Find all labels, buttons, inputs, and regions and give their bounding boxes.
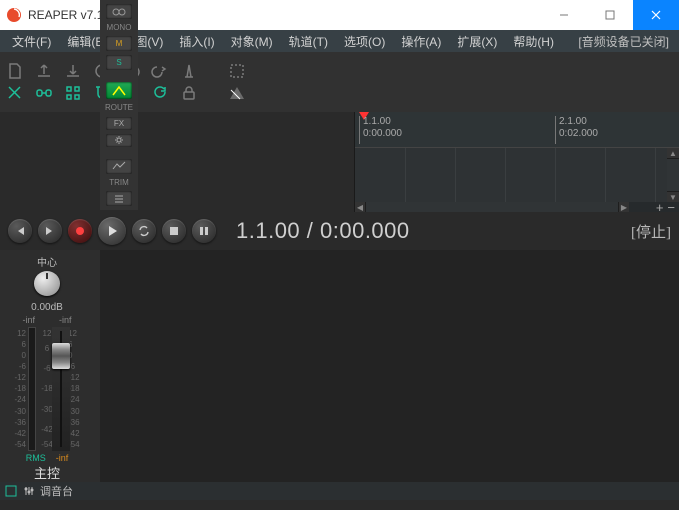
ripple-edit-icon[interactable] bbox=[151, 84, 169, 102]
record-button[interactable] bbox=[68, 219, 92, 243]
mute-button[interactable]: M bbox=[106, 36, 132, 51]
zoom-out-button[interactable]: − bbox=[667, 201, 675, 214]
minimize-button[interactable] bbox=[541, 0, 587, 30]
trim-label: TRIM bbox=[106, 178, 132, 187]
meter-scale-left: 1260 -6-12-18 -24-30-36 -42-54 bbox=[12, 327, 26, 451]
trim-mode-button[interactable] bbox=[106, 191, 132, 206]
scroll-h-track[interactable] bbox=[366, 202, 618, 212]
ruler-mark: 1.1.00 0:00.000 bbox=[359, 116, 402, 144]
menu-options[interactable]: 选项(O) bbox=[336, 33, 393, 50]
rms-label: RMS bbox=[26, 453, 46, 463]
mixer-panel: 中心 0.00dB -inf -inf 1260 -6-12-18 -24-30… bbox=[0, 250, 679, 482]
master-track-strip[interactable]: 中心 0.00dB -inf -inf 1260 -6-12-18 -24-30… bbox=[0, 250, 100, 482]
new-project-icon[interactable] bbox=[6, 62, 24, 80]
sliders-icon[interactable] bbox=[22, 484, 36, 498]
fader-cap-icon[interactable] bbox=[52, 343, 70, 369]
fx-button[interactable]: FX bbox=[106, 117, 132, 130]
track-control-panel[interactable] bbox=[0, 112, 354, 212]
transport-time-display[interactable]: 1.1.00 / 0:00.000 bbox=[236, 218, 410, 244]
play-button[interactable] bbox=[98, 217, 126, 245]
arrange-view[interactable]: 1.1.00 0:00.000 2.1.00 0:02.000 ▲ ▼ ◀ ▶ … bbox=[354, 112, 679, 212]
mono-label: MONO bbox=[106, 23, 132, 32]
menu-help[interactable]: 帮助(H) bbox=[505, 33, 562, 50]
mixer-toggle-icon[interactable] bbox=[4, 484, 18, 498]
app-icon bbox=[6, 7, 22, 23]
save-project-icon[interactable] bbox=[64, 62, 82, 80]
window-title: REAPER v7.16 bbox=[28, 8, 110, 22]
menu-insert[interactable]: 插入(I) bbox=[171, 33, 222, 50]
menu-extensions[interactable]: 扩展(X) bbox=[449, 33, 505, 50]
route-button[interactable] bbox=[106, 82, 132, 99]
open-project-icon[interactable] bbox=[35, 62, 53, 80]
pan-knob[interactable] bbox=[34, 271, 60, 296]
master-buttons-column: MONO M S ROUTE FX TRIM bbox=[100, 0, 138, 210]
peak-right: -inf bbox=[59, 315, 72, 325]
zoom-in-button[interactable]: + bbox=[656, 201, 664, 214]
go-to-start-button[interactable] bbox=[8, 219, 32, 243]
item-group-icon[interactable] bbox=[35, 84, 53, 102]
stereo-mono-button[interactable] bbox=[106, 4, 132, 19]
fx-settings-button[interactable] bbox=[106, 134, 132, 147]
peak-left: -inf bbox=[22, 315, 35, 325]
go-to-end-button[interactable] bbox=[38, 219, 62, 243]
scroll-up-button[interactable]: ▲ bbox=[667, 148, 679, 158]
vertical-scrollbar[interactable]: ▲ ▼ bbox=[667, 148, 679, 202]
meter-scale-right: 1260 -6-12-18 -24-30-36 -42-54 bbox=[68, 327, 82, 451]
status-bar: 调音台 bbox=[0, 482, 679, 500]
zoom-controls: + − bbox=[652, 202, 679, 212]
route-label: ROUTE bbox=[106, 103, 132, 112]
metronome-icon[interactable] bbox=[180, 62, 198, 80]
volume-fader[interactable] bbox=[52, 327, 70, 451]
redo-icon[interactable] bbox=[151, 62, 169, 80]
statusbar-mixer-label[interactable]: 调音台 bbox=[40, 483, 73, 499]
mixer-empty-area[interactable] bbox=[100, 250, 679, 482]
transport-status: [停止] bbox=[631, 221, 671, 242]
ruler-time-label: 0:02.000 bbox=[559, 128, 598, 140]
marquee-select-icon[interactable] bbox=[228, 62, 246, 80]
stop-button[interactable] bbox=[162, 219, 186, 243]
vu-meter-left bbox=[28, 327, 36, 451]
pan-readout: 中心 bbox=[37, 254, 57, 269]
auto-crossfade-icon[interactable] bbox=[6, 84, 24, 102]
menu-file[interactable]: 文件(F) bbox=[4, 33, 59, 50]
master-track-name[interactable]: 主控 bbox=[34, 463, 60, 482]
menu-track[interactable]: 轨道(T) bbox=[281, 33, 336, 50]
ruler-time-label: 0:00.000 bbox=[363, 128, 402, 140]
menu-item-object[interactable]: 对象(M) bbox=[223, 33, 281, 50]
audio-device-status[interactable]: [音频设备已关闭] bbox=[572, 33, 675, 50]
ruler-bar-label: 1.1.00 bbox=[363, 116, 402, 128]
transport-bar: 1.1.00 / 0:00.000 [停止] bbox=[0, 212, 679, 250]
scroll-right-button[interactable]: ▶ bbox=[619, 202, 629, 212]
scroll-v-track[interactable] bbox=[667, 159, 679, 191]
scroll-left-button[interactable]: ◀ bbox=[355, 202, 365, 212]
ruler-bar-label: 2.1.00 bbox=[559, 116, 598, 128]
volume-readout[interactable]: 0.00dB bbox=[31, 302, 63, 313]
timeline-ruler[interactable]: 1.1.00 0:00.000 2.1.00 0:02.000 bbox=[355, 112, 679, 148]
ruler-mark: 2.1.00 0:02.000 bbox=[555, 116, 598, 144]
repeat-button[interactable] bbox=[132, 219, 156, 243]
grid-icon[interactable] bbox=[64, 84, 82, 102]
rms-value: -inf bbox=[56, 453, 69, 463]
horizontal-scrollbar[interactable]: ◀ ▶ bbox=[355, 202, 629, 212]
solo-button[interactable]: S bbox=[106, 55, 132, 70]
pause-button[interactable] bbox=[192, 219, 216, 243]
close-button[interactable] bbox=[633, 0, 679, 30]
envelope-icon[interactable] bbox=[228, 84, 246, 102]
maximize-button[interactable] bbox=[587, 0, 633, 30]
lock-icon[interactable] bbox=[180, 84, 198, 102]
menu-actions[interactable]: 操作(A) bbox=[393, 33, 449, 50]
env-button[interactable] bbox=[106, 159, 132, 174]
track-lane-area[interactable] bbox=[355, 148, 667, 202]
window-controls bbox=[541, 0, 679, 30]
